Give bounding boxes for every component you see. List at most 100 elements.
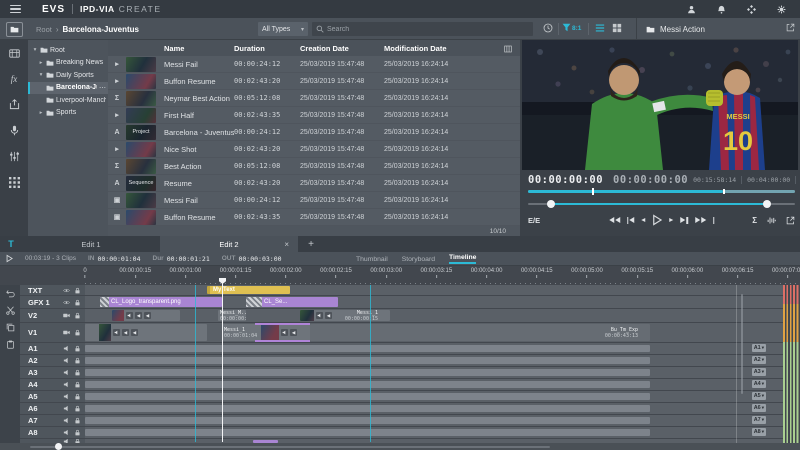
audio-channel-badge[interactable]: A1 ▾ bbox=[751, 344, 766, 352]
effects-fx-icon[interactable]: fx bbox=[11, 74, 18, 84]
lock-icon[interactable] bbox=[74, 345, 81, 352]
trim-out-handle[interactable] bbox=[762, 200, 771, 208]
track-header[interactable]: A2 bbox=[20, 355, 85, 366]
grid-view-icon[interactable] bbox=[612, 23, 622, 33]
visibility-eye-icon[interactable] bbox=[63, 287, 70, 294]
trim-left-icon[interactable]: ◀ bbox=[325, 312, 332, 319]
track-header[interactable]: A6 bbox=[20, 403, 85, 414]
view-timeline[interactable]: Timeline bbox=[448, 254, 477, 264]
hamburger-menu-icon[interactable] bbox=[10, 4, 21, 14]
monitor-icon[interactable] bbox=[63, 329, 70, 336]
lock-icon[interactable] bbox=[74, 405, 81, 412]
fast-forward-button[interactable] bbox=[694, 217, 706, 223]
close-tab-icon[interactable]: × bbox=[284, 240, 289, 249]
tree-item-sports[interactable]: ▸ Sports bbox=[28, 107, 108, 120]
undo-icon[interactable] bbox=[6, 289, 15, 298]
clip-v1-long[interactable]: Bu_Tm_Exp 00:00:43:13 bbox=[310, 324, 650, 341]
media-film-icon[interactable] bbox=[9, 48, 20, 59]
go-to-end-button[interactable] bbox=[680, 216, 688, 224]
column-header-duration[interactable]: Duration bbox=[234, 44, 300, 53]
filter-funnel-icon[interactable] bbox=[562, 23, 571, 32]
track-header[interactable]: V1 bbox=[20, 323, 85, 342]
clip-v1-selected[interactable]: Messi_1 00:00:01:04 ◀ bbox=[222, 324, 310, 341]
sliders-icon[interactable] bbox=[9, 151, 20, 162]
view-thumbnail[interactable]: Thumbnail bbox=[356, 256, 388, 263]
table-row[interactable]: A Sequence Resume 00:02:43:20 25/03/2019… bbox=[108, 175, 520, 192]
chevron-down-icon[interactable]: ▾ bbox=[32, 47, 38, 53]
tree-item-barcelona-juventus[interactable]: Barcelona-Juventus ⋯ bbox=[28, 81, 108, 94]
table-row[interactable]: Σ Best Action 00:05:12:08 25/03/2019 15:… bbox=[108, 158, 520, 175]
audio-clip[interactable] bbox=[85, 417, 650, 424]
chevron-right-icon[interactable]: ▸ bbox=[38, 110, 44, 116]
copy-icon[interactable] bbox=[6, 323, 15, 332]
track-header[interactable]: A1 bbox=[20, 343, 85, 354]
grid-apps-icon[interactable] bbox=[9, 177, 20, 188]
lock-icon[interactable] bbox=[74, 417, 81, 424]
breadcrumb-current[interactable]: Barcelona-Juventus bbox=[63, 25, 139, 34]
lock-icon[interactable] bbox=[74, 369, 81, 376]
lock-icon[interactable] bbox=[74, 299, 81, 306]
audio-channel-badge[interactable]: A7 ▾ bbox=[751, 416, 766, 424]
monitor-icon[interactable] bbox=[63, 312, 70, 319]
speaker-icon[interactable] bbox=[63, 345, 70, 352]
tab-edit-1[interactable]: Edit 1 bbox=[22, 236, 160, 252]
clip-cl-logo[interactable]: CL_Logo_transparent.png bbox=[100, 297, 222, 307]
add-tab-button[interactable]: + bbox=[298, 236, 324, 252]
speaker-icon[interactable] bbox=[63, 393, 70, 400]
speaker-icon[interactable] bbox=[63, 429, 70, 436]
trim-left-icon[interactable]: ◀ bbox=[131, 329, 138, 336]
tree-item-liverpool-manchester[interactable]: Liverpool-Manchester bbox=[28, 94, 108, 107]
audio-channel-badge[interactable]: A8 ▾ bbox=[751, 428, 766, 436]
search-input[interactable] bbox=[327, 25, 529, 33]
audio-channel-badge[interactable]: A5 ▾ bbox=[751, 392, 766, 400]
tree-item-breaking-news[interactable]: ▸ Breaking News bbox=[28, 57, 108, 70]
track-header[interactable]: A7 bbox=[20, 415, 85, 426]
refresh-clock-icon[interactable] bbox=[543, 23, 553, 33]
vertical-scrollbar[interactable] bbox=[741, 294, 743, 394]
notifications-bell-icon[interactable] bbox=[717, 5, 726, 14]
clip-v2-3[interactable]: ◀ Messi_1 00:00:00:15 bbox=[300, 310, 390, 321]
browse-tab[interactable] bbox=[0, 18, 28, 40]
microphone-icon[interactable] bbox=[9, 125, 20, 136]
timeline-playhead[interactable] bbox=[222, 278, 223, 442]
column-header-name[interactable]: Name bbox=[164, 44, 234, 53]
play-button[interactable] bbox=[652, 214, 662, 226]
audio-clip[interactable] bbox=[85, 381, 650, 388]
table-row[interactable]: ▸ Nice Shot 00:02:43:20 25/03/2019 15:47… bbox=[108, 141, 520, 158]
speaker-icon[interactable] bbox=[282, 330, 287, 335]
mark-button[interactable] bbox=[712, 216, 715, 224]
lock-icon[interactable] bbox=[74, 393, 81, 400]
speaker-icon[interactable] bbox=[127, 313, 132, 318]
view-storyboard[interactable]: Storyboard bbox=[402, 256, 435, 263]
apps-icon[interactable] bbox=[747, 5, 756, 14]
table-row[interactable]: A Project Barcelona - Juventus 00:00:24:… bbox=[108, 124, 520, 141]
audio-channel-badge[interactable]: A6 ▾ bbox=[751, 404, 766, 412]
lock-icon[interactable] bbox=[74, 312, 81, 319]
timeline-ruler[interactable]: 0 00:00:00:15 00:00:01:00 00:00:01:15 00:00:… bbox=[83, 266, 800, 285]
trim-left-icon[interactable]: ◀ bbox=[290, 329, 298, 336]
trim-in-handle[interactable] bbox=[546, 200, 555, 208]
speaker-icon[interactable] bbox=[63, 357, 70, 364]
audio-clip[interactable] bbox=[85, 405, 650, 412]
lock-icon[interactable] bbox=[74, 429, 81, 436]
table-row[interactable]: ▸ Buffon Resume 00:02:43:20 25/03/2019 1… bbox=[108, 73, 520, 90]
playback-progress-bar[interactable] bbox=[528, 188, 795, 195]
audio-clip[interactable] bbox=[85, 429, 650, 436]
audio-channel-badge[interactable]: A2 ▾ bbox=[751, 356, 766, 364]
chevron-right-icon[interactable]: ▸ bbox=[38, 60, 44, 66]
track-header[interactable]: A3 bbox=[20, 367, 85, 378]
track-header[interactable]: A4 bbox=[20, 379, 85, 390]
video-frame[interactable]: MESSI 10 bbox=[522, 40, 798, 170]
export-popout-icon[interactable] bbox=[786, 216, 795, 225]
progress-playhead[interactable] bbox=[592, 188, 595, 195]
clip-my-text[interactable]: My Text bbox=[207, 286, 290, 294]
track-header[interactable]: TXT bbox=[20, 285, 85, 295]
clip-v1-1[interactable]: ◀ ◀ bbox=[85, 324, 207, 341]
visibility-eye-icon[interactable] bbox=[63, 299, 70, 306]
go-to-start-button[interactable] bbox=[626, 216, 635, 224]
table-row[interactable]: Σ Neymar Best Action 00:05:12:08 25/03/2… bbox=[108, 90, 520, 107]
speaker-icon[interactable] bbox=[317, 313, 322, 318]
fast-rewind-button[interactable] bbox=[608, 217, 620, 223]
filter-ratio-label[interactable]: 8:1 bbox=[572, 25, 581, 32]
type-filter-dropdown[interactable]: All Types ▾ bbox=[258, 22, 308, 36]
